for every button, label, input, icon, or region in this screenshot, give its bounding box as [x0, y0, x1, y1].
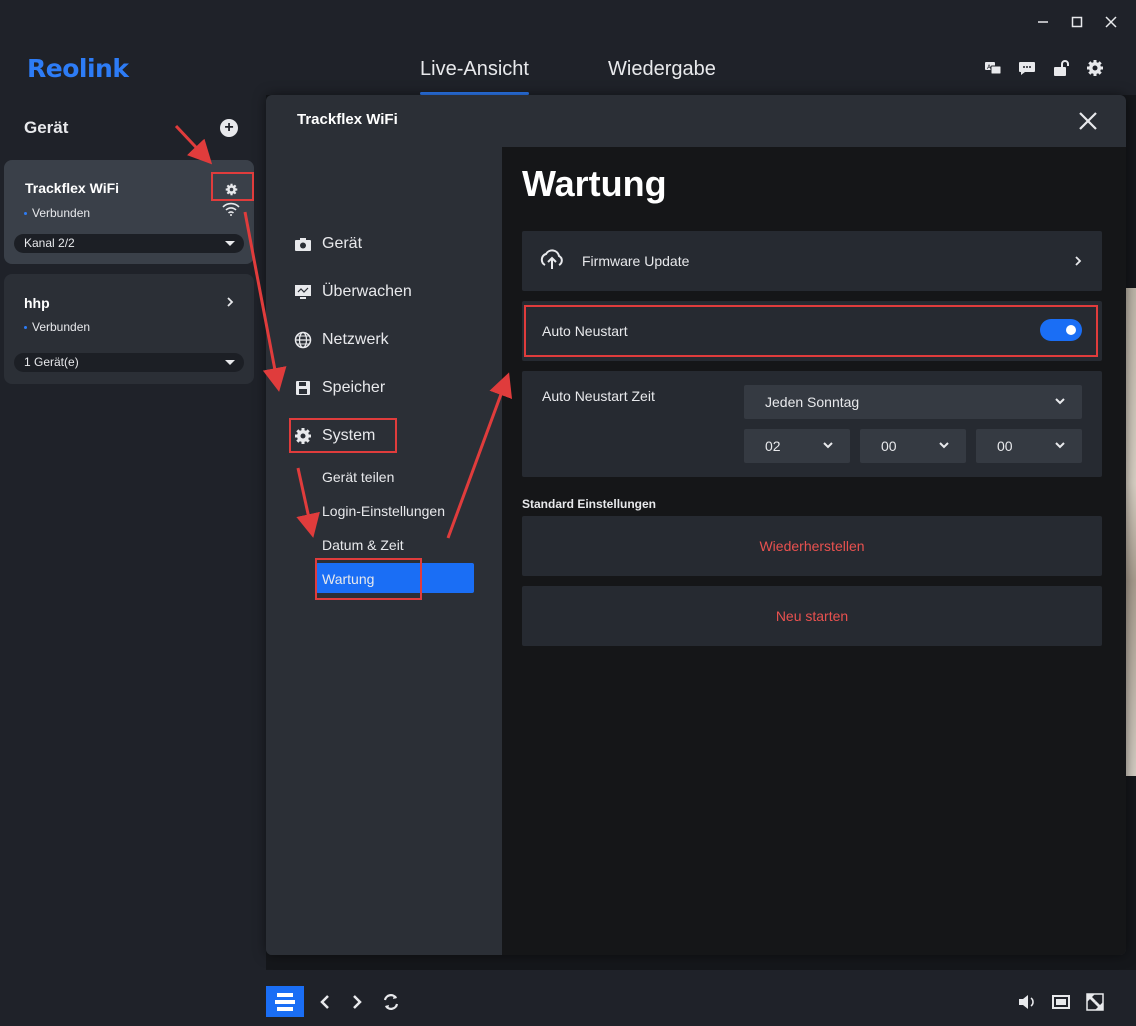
- day-select[interactable]: Jeden Sonntag: [744, 385, 1082, 419]
- day-value: Jeden Sonntag: [765, 394, 860, 410]
- close-icon[interactable]: [1076, 109, 1100, 133]
- nav-label: Überwachen: [322, 283, 412, 300]
- chevron-down-icon: [225, 241, 235, 246]
- minimize-icon[interactable]: [1036, 10, 1050, 34]
- nav-label: Netzwerk: [322, 331, 389, 348]
- second-value: 00: [997, 438, 1013, 454]
- device-count-select[interactable]: 1 Gerät(e): [14, 353, 244, 372]
- chevron-down-icon: [1055, 398, 1065, 405]
- device-name: Trackflex WiFi: [25, 180, 120, 196]
- header-icons: A: [983, 58, 1104, 77]
- gear-icon[interactable]: [1085, 58, 1104, 77]
- annotation-box-system: [289, 418, 397, 453]
- close-window-icon[interactable]: [1104, 10, 1118, 34]
- chevron-down-icon: [1055, 442, 1065, 449]
- hour-value: 02: [765, 438, 781, 454]
- wifi-icon: [222, 202, 240, 221]
- nav-item-speicher[interactable]: Speicher: [294, 379, 385, 397]
- restore-button[interactable]: Wiederherstellen: [522, 516, 1102, 576]
- device-status: Verbunden: [24, 206, 90, 220]
- firmware-update-row[interactable]: Firmware Update: [522, 231, 1102, 291]
- chevron-down-icon: [939, 442, 949, 449]
- page-title: Wartung: [522, 163, 667, 204]
- video-preview: [1126, 288, 1136, 776]
- upload-icon: [540, 249, 564, 276]
- device-settings-dialog: Trackflex WiFi Gerät Überwachen Netzwerk: [266, 95, 1126, 955]
- auto-restart-time-label: Auto Neustart Zeit: [542, 388, 655, 404]
- add-device-icon[interactable]: +: [220, 119, 238, 137]
- device-name: hhp: [24, 295, 50, 311]
- window-controls: [1036, 10, 1118, 34]
- chevron-right-icon: [1074, 254, 1082, 272]
- nav-item-ueberwachen[interactable]: Überwachen: [294, 283, 412, 301]
- minute-value: 00: [881, 438, 897, 454]
- tab-live-view[interactable]: Live-Ansicht: [420, 58, 529, 95]
- auto-restart-time-row: Auto Neustart Zeit Jeden Sonntag 02 00 0…: [522, 371, 1102, 477]
- subnav-login-settings[interactable]: Login-Einstellungen: [322, 503, 445, 519]
- sidebar-title: Gerät: [24, 118, 69, 137]
- channel-select-value: Kanal 2/2: [24, 236, 75, 250]
- monitor-icon: [294, 283, 312, 301]
- maximize-icon[interactable]: [1070, 10, 1084, 34]
- message-icon[interactable]: [1017, 58, 1036, 77]
- nav-label: Speicher: [322, 379, 386, 396]
- second-select[interactable]: 00: [976, 429, 1082, 463]
- next-icon[interactable]: [340, 986, 374, 1017]
- firmware-update-label: Firmware Update: [582, 253, 690, 269]
- annotation-box-settings: [211, 172, 254, 201]
- chevron-down-icon: [225, 360, 235, 365]
- subnav-share-device[interactable]: Gerät teilen: [322, 469, 394, 485]
- bottom-toolbar: [266, 970, 1136, 1026]
- annotation-box-wartung: [315, 558, 422, 600]
- nav-item-geraet[interactable]: Gerät: [294, 235, 362, 253]
- hour-select[interactable]: 02: [744, 429, 850, 463]
- nav-item-netzwerk[interactable]: Netzwerk: [294, 331, 389, 349]
- previous-icon[interactable]: [308, 986, 342, 1017]
- device-sidebar: Gerät + Trackflex WiFi Verbunden Kanal 2…: [0, 95, 266, 1026]
- layout-icon[interactable]: [266, 986, 304, 1017]
- subnav-date-time[interactable]: Datum & Zeit: [322, 537, 404, 553]
- chevron-down-icon: [823, 442, 833, 449]
- app-logo: Reolink: [27, 54, 129, 83]
- storage-icon: [294, 379, 312, 397]
- nav-label: Gerät: [322, 235, 363, 252]
- device-card-hhp[interactable]: hhp Verbunden 1 Gerät(e): [4, 274, 254, 384]
- volume-icon[interactable]: [1010, 986, 1044, 1017]
- device-status: Verbunden: [24, 320, 90, 334]
- tab-playback[interactable]: Wiedergabe: [608, 58, 716, 81]
- camera-icon: [294, 235, 312, 253]
- settings-nav: Gerät Überwachen Netzwerk Speicher Syste…: [266, 147, 502, 955]
- dialog-title: Trackflex WiFi: [297, 111, 398, 128]
- annotation-box-auto-restart: [524, 305, 1098, 357]
- unlock-icon[interactable]: [1051, 58, 1070, 77]
- refresh-icon[interactable]: [374, 986, 408, 1017]
- globe-icon: [294, 331, 312, 349]
- reboot-button[interactable]: Neu starten: [522, 586, 1102, 646]
- chevron-right-icon[interactable]: [225, 295, 235, 313]
- aspect-ratio-icon[interactable]: [1044, 986, 1078, 1017]
- channel-select[interactable]: Kanal 2/2: [14, 234, 244, 253]
- minute-select[interactable]: 00: [860, 429, 966, 463]
- translate-icon[interactable]: A: [983, 58, 1002, 77]
- maintenance-panel: Wartung Firmware Update Auto Neustart Au…: [502, 147, 1126, 955]
- fullscreen-icon[interactable]: [1078, 986, 1112, 1017]
- device-count-value: 1 Gerät(e): [24, 355, 79, 369]
- defaults-section-label: Standard Einstellungen: [522, 497, 657, 511]
